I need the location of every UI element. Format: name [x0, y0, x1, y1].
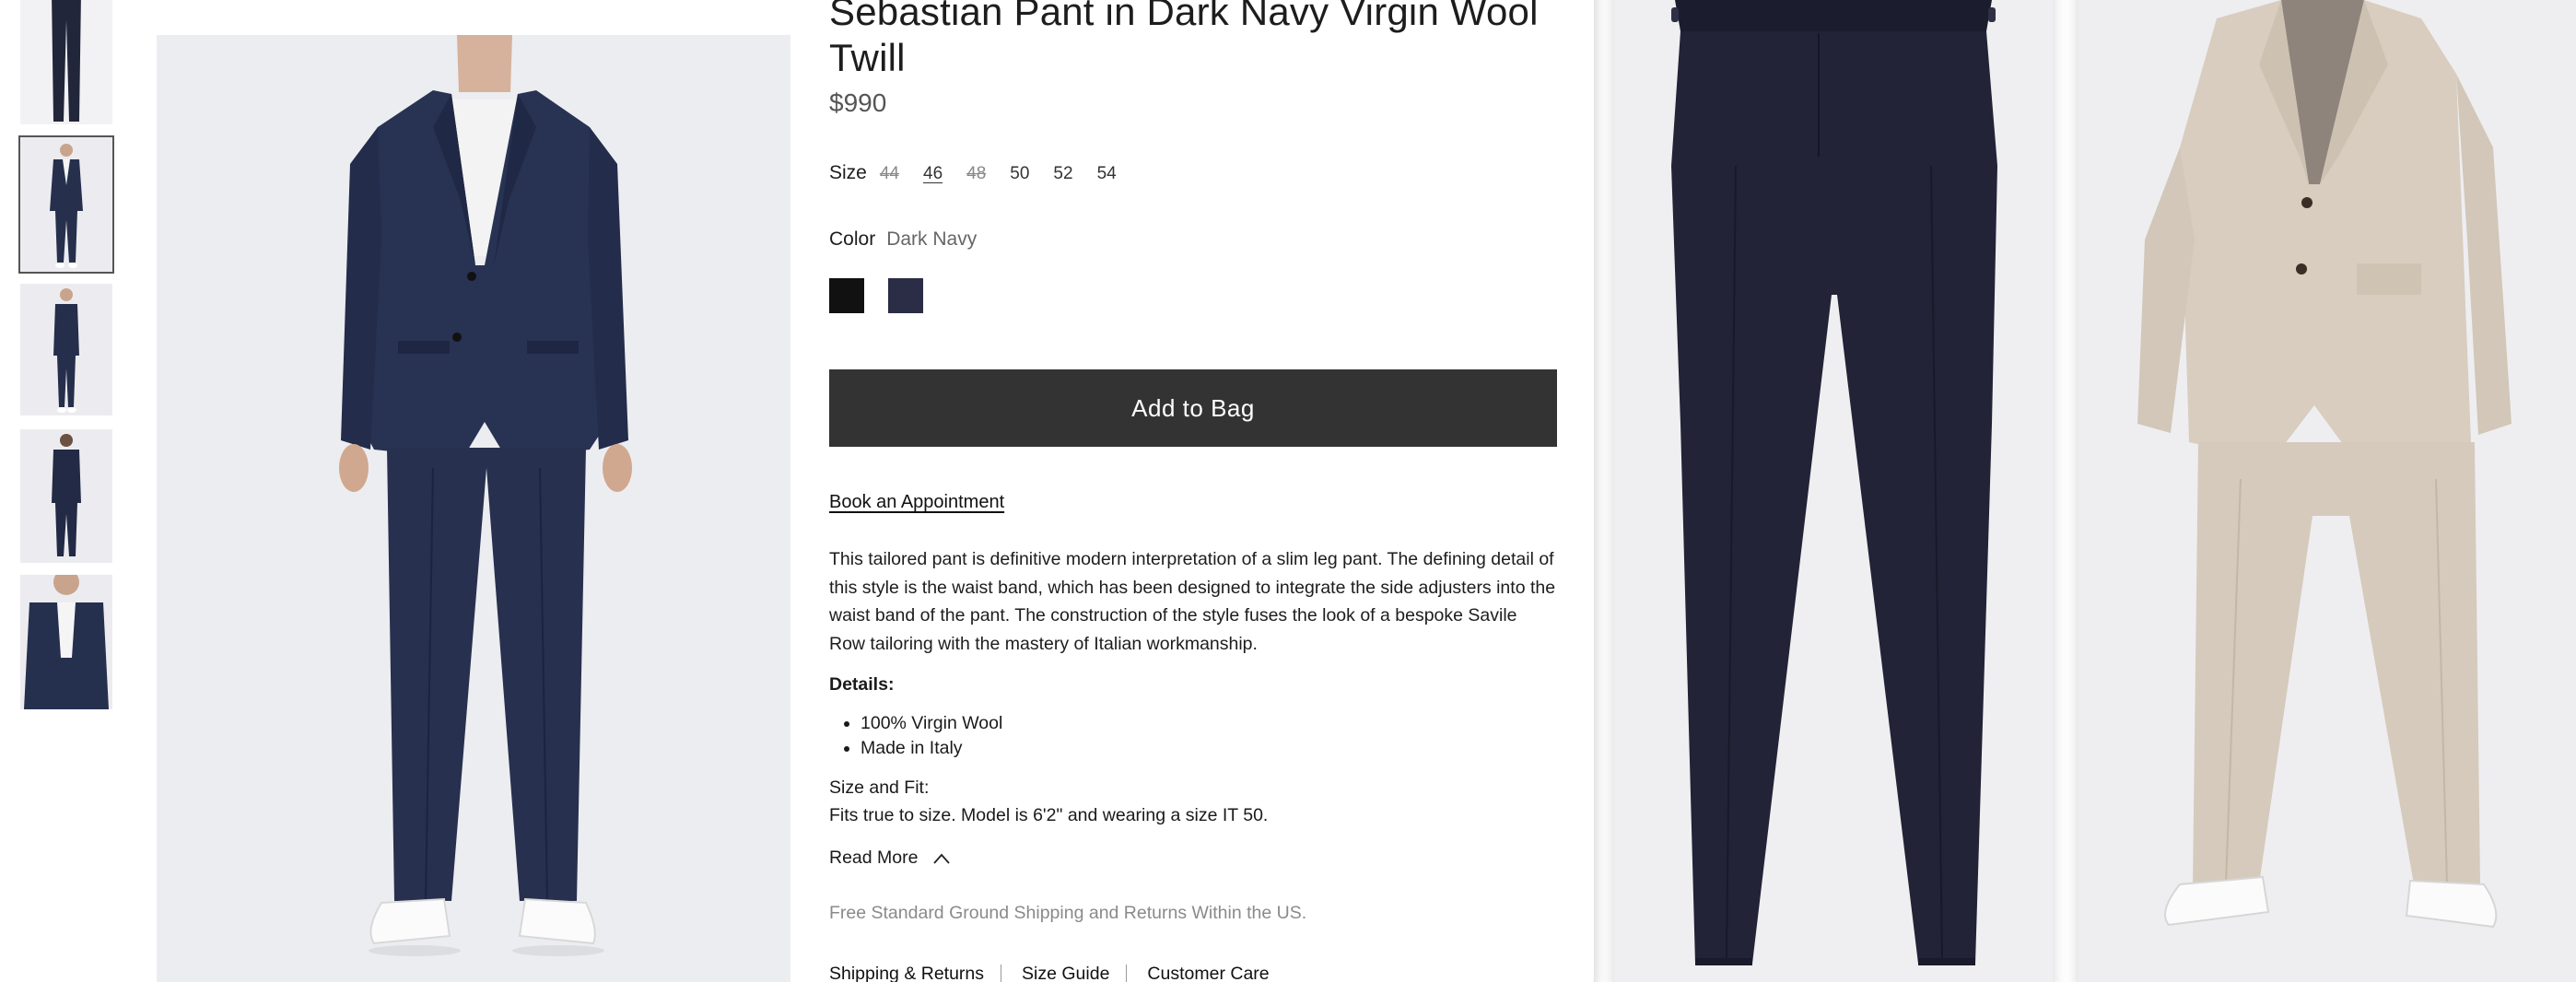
thumbnail-pants[interactable] [20, 0, 112, 124]
color-swatches [829, 278, 923, 313]
shipping-returns-link[interactable]: Shipping & Returns [829, 964, 984, 982]
divider [1126, 964, 1128, 982]
product-description: This tailored pant is definitive modern … [829, 549, 1556, 654]
related-product-card-pants[interactable] [1614, 0, 2053, 982]
color-selector: Color Dark Navy [829, 228, 977, 251]
color-value: Dark Navy [886, 228, 978, 250]
info-links: Shipping & Returns Size Guide Customer C… [829, 964, 1270, 982]
size-fit-text: Fits true to size. Model is 6'2" and wea… [829, 805, 1269, 825]
product-title: Sebastian Pant in Dark Navy Virgin Wool … [829, 0, 1539, 79]
size-guide-link[interactable]: Size Guide [1022, 964, 1109, 982]
details-heading: Details: [829, 674, 895, 695]
beige-suit-product-image [2078, 0, 2576, 982]
add-to-bag-button[interactable]: Add to Bag [829, 369, 1557, 447]
thumbnail-jacket-detail[interactable] [20, 575, 112, 709]
size-option-48[interactable]: 48 [966, 164, 986, 184]
main-product-image[interactable] [157, 35, 790, 982]
thumbnail-suit-back[interactable] [20, 429, 112, 563]
product-price: $990 [829, 88, 887, 117]
size-option-46[interactable]: 46 [923, 164, 943, 184]
size-fit-heading: Size and Fit: [829, 777, 930, 798]
details-item: Made in Italy [861, 736, 1002, 761]
thumbnail-suit-front[interactable] [18, 135, 114, 274]
size-option-52[interactable]: 52 [1053, 164, 1072, 184]
read-more-toggle[interactable]: Read More [829, 848, 951, 869]
color-swatch-black[interactable] [829, 278, 864, 313]
book-appointment-link[interactable]: Book an Appointment [829, 492, 1004, 513]
details-item: 100% Virgin Wool [861, 711, 1002, 736]
size-selector: Size 44 46 48 50 52 54 [829, 162, 1141, 184]
customer-care-link[interactable]: Customer Care [1147, 964, 1269, 982]
size-option-50[interactable]: 50 [1010, 164, 1029, 184]
thumbnail-suit-angle[interactable] [20, 284, 112, 415]
color-swatch-dark-navy[interactable] [888, 278, 923, 313]
pants-product-image [1614, 0, 2053, 982]
model-suit-illustration [157, 35, 790, 982]
size-option-54[interactable]: 54 [1097, 164, 1117, 184]
shipping-note: Free Standard Ground Shipping and Return… [829, 903, 1307, 923]
chevron-up-icon [933, 853, 951, 864]
size-option-44[interactable]: 44 [880, 164, 899, 184]
product-info-panel [792, 0, 1594, 982]
related-product-card-suit[interactable] [2078, 0, 2576, 982]
read-more-label: Read More [829, 848, 919, 868]
details-list: 100% Virgin Wool Made in Italy [861, 711, 1002, 761]
color-label: Color [829, 228, 876, 250]
size-label: Size [829, 162, 867, 183]
